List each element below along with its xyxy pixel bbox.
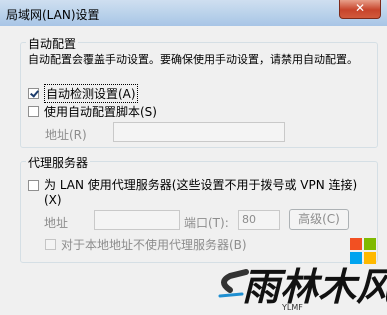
auto-config-title: 自动配置 [26,35,79,52]
use-proxy-label[interactable]: 为 LAN 使用代理服务器(这些设置不用于拨号或 VPN 连接) (X) [44,178,357,208]
script-address-field[interactable] [113,122,285,142]
logo-square-red [350,238,362,250]
window-title: 局域网(LAN)设置 [6,8,100,22]
proxy-address-label: 地址 [44,216,69,230]
proxy-address-field[interactable] [94,210,180,230]
use-proxy-label-line2: (X) [44,193,62,207]
port-label: 端口(T): [184,216,229,230]
use-script-option[interactable]: 使用自动配置脚本(S) [28,103,157,120]
logo-swoosh-accent [218,292,244,298]
close-button[interactable]: ✕ [339,0,381,19]
watermark-text: 雨林木风 [242,265,387,309]
watermark-graphic: 雨林木风 YLMF [218,238,387,312]
use-script-label[interactable]: 使用自动配置脚本(S) [44,103,157,120]
auto-detect-checkbox[interactable] [28,88,39,99]
watermark-subtext: YLMF [281,303,303,312]
port-field[interactable]: 80 [238,210,280,230]
title-bar[interactable]: 局域网(LAN)设置 ✕ [0,0,387,26]
use-proxy-option[interactable]: 为 LAN 使用代理服务器(这些设置不用于拨号或 VPN 连接) (X) [28,178,357,208]
use-proxy-checkbox[interactable] [28,180,39,191]
use-proxy-label-line1: 为 LAN 使用代理服务器(这些设置不用于拨号或 VPN 连接) [44,178,358,192]
bypass-local-checkbox[interactable] [45,239,56,250]
watermark-logo: 雨林木风 YLMF [212,232,387,312]
auto-config-description: 自动配置会覆盖手动设置。要确保使用手动设置，请禁用自动配置。 [28,53,358,66]
logo-square-green [364,238,376,250]
logo-square-blue [350,252,362,264]
proxy-title: 代理服务器 [26,154,91,171]
logo-square-yellow [364,252,376,264]
advanced-button[interactable]: 高级(C) [289,209,349,230]
script-address-label: 地址(R) [45,128,87,142]
use-script-checkbox[interactable] [28,106,39,117]
auto-detect-option[interactable]: 自动检测设置(A) [28,84,138,103]
auto-detect-label[interactable]: 自动检测设置(A) [44,84,138,103]
